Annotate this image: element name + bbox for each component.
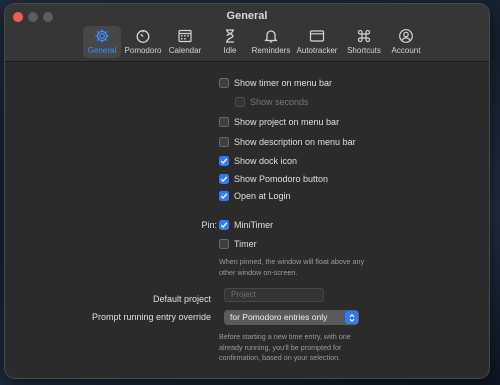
help-line: Before starting a new time entry, with o… bbox=[219, 332, 351, 341]
show-dock-icon-option[interactable]: Show dock icon bbox=[219, 156, 297, 166]
pin-label: Pin: bbox=[201, 220, 217, 230]
gear-icon bbox=[83, 28, 121, 46]
option-label: Show dock icon bbox=[234, 156, 298, 166]
help-line: confirmation, based on your selection. bbox=[219, 353, 341, 362]
option-label: Show project on menu bar bbox=[234, 117, 340, 127]
checkbox[interactable] bbox=[219, 137, 229, 147]
calendar-icon bbox=[167, 28, 203, 46]
show-seconds-option: Show seconds bbox=[235, 97, 309, 107]
hourglass-icon bbox=[216, 28, 244, 46]
open-at-login-option[interactable]: Open at Login bbox=[219, 191, 291, 201]
tab-reminders[interactable]: Reminders bbox=[250, 26, 292, 58]
pin-help-text: When pinned, the window will float above… bbox=[219, 257, 364, 278]
checkbox[interactable] bbox=[219, 174, 229, 184]
window-icon bbox=[294, 28, 340, 46]
tab-calendar[interactable]: Calendar bbox=[167, 26, 203, 58]
tab-shortcuts[interactable]: Shortcuts bbox=[344, 26, 384, 58]
tab-label: Reminders bbox=[251, 46, 291, 55]
prompt-override-select[interactable]: for Pomodoro entries only bbox=[224, 310, 359, 325]
checkmark-icon bbox=[220, 193, 228, 200]
checkbox[interactable] bbox=[219, 191, 229, 201]
window-title: General bbox=[226, 10, 268, 22]
tab-account[interactable]: Account bbox=[388, 26, 424, 58]
tab-idle[interactable]: Idle bbox=[216, 26, 244, 58]
tab-label: General bbox=[87, 46, 117, 55]
timer-icon bbox=[123, 28, 163, 46]
tab-label: Autotracker bbox=[296, 46, 338, 55]
tab-label: Calendar bbox=[168, 46, 202, 55]
user-circle-icon bbox=[388, 28, 424, 46]
tab-general[interactable]: General bbox=[83, 26, 121, 58]
checkmark-icon bbox=[220, 158, 228, 165]
checkbox[interactable] bbox=[219, 78, 229, 88]
default-project-input[interactable]: Project bbox=[224, 288, 324, 302]
checkbox[interactable] bbox=[219, 239, 229, 249]
pin-minitimer-option[interactable]: MiniTimer bbox=[219, 220, 273, 230]
tab-label: Account bbox=[391, 46, 421, 55]
option-label: MiniTimer bbox=[234, 220, 274, 230]
preferences-window: General General Pomodoro Calendar Idle R… bbox=[5, 4, 489, 378]
tab-label: Pomodoro bbox=[124, 46, 162, 55]
checkmark-icon bbox=[220, 222, 228, 229]
tab-pomodoro[interactable]: Pomodoro bbox=[123, 26, 163, 58]
show-project-menubar-option[interactable]: Show project on menu bar bbox=[219, 117, 339, 127]
option-label: Show Pomodoro button bbox=[234, 174, 329, 184]
option-label: Show timer on menu bar bbox=[234, 78, 333, 88]
checkbox[interactable] bbox=[219, 220, 229, 230]
tab-autotracker[interactable]: Autotracker bbox=[294, 26, 340, 58]
titlebar: General General Pomodoro Calendar Idle R… bbox=[5, 4, 489, 62]
show-pomodoro-button-option[interactable]: Show Pomodoro button bbox=[219, 174, 328, 184]
help-line: other window on-screen. bbox=[219, 267, 298, 277]
show-timer-menubar-option[interactable]: Show timer on menu bar bbox=[219, 78, 332, 88]
prompt-override-help-text: Before starting a new time entry, with o… bbox=[219, 332, 351, 364]
chevron-updown-icon bbox=[345, 311, 358, 324]
tab-label: Shortcuts bbox=[347, 46, 381, 55]
tab-label: Idle bbox=[223, 46, 237, 55]
option-label: Open at Login bbox=[234, 191, 291, 201]
prompt-override-label: Prompt running entry override bbox=[91, 312, 211, 322]
help-line: already running, you'll be prompted for bbox=[219, 342, 342, 352]
checkbox[interactable] bbox=[219, 117, 229, 127]
pin-timer-option[interactable]: Timer bbox=[219, 239, 257, 249]
checkbox bbox=[235, 97, 245, 107]
show-description-menubar-option[interactable]: Show description on menu bar bbox=[219, 137, 356, 147]
bell-icon bbox=[250, 28, 292, 46]
option-label: Show seconds bbox=[250, 97, 309, 107]
option-label: Timer bbox=[234, 239, 257, 249]
preferences-tabs: General Pomodoro Calendar Idle Reminders… bbox=[5, 26, 489, 60]
help-line: When pinned, the window will float above… bbox=[219, 257, 365, 266]
default-project-label: Default project bbox=[152, 294, 211, 304]
checkmark-icon bbox=[220, 176, 228, 183]
option-label: Show description on menu bar bbox=[234, 137, 356, 147]
checkbox[interactable] bbox=[219, 156, 229, 166]
general-settings-panel: Show timer on menu bar Show seconds Show… bbox=[5, 62, 489, 378]
select-value: for Pomodoro entries only bbox=[230, 312, 328, 322]
command-icon bbox=[344, 28, 384, 46]
